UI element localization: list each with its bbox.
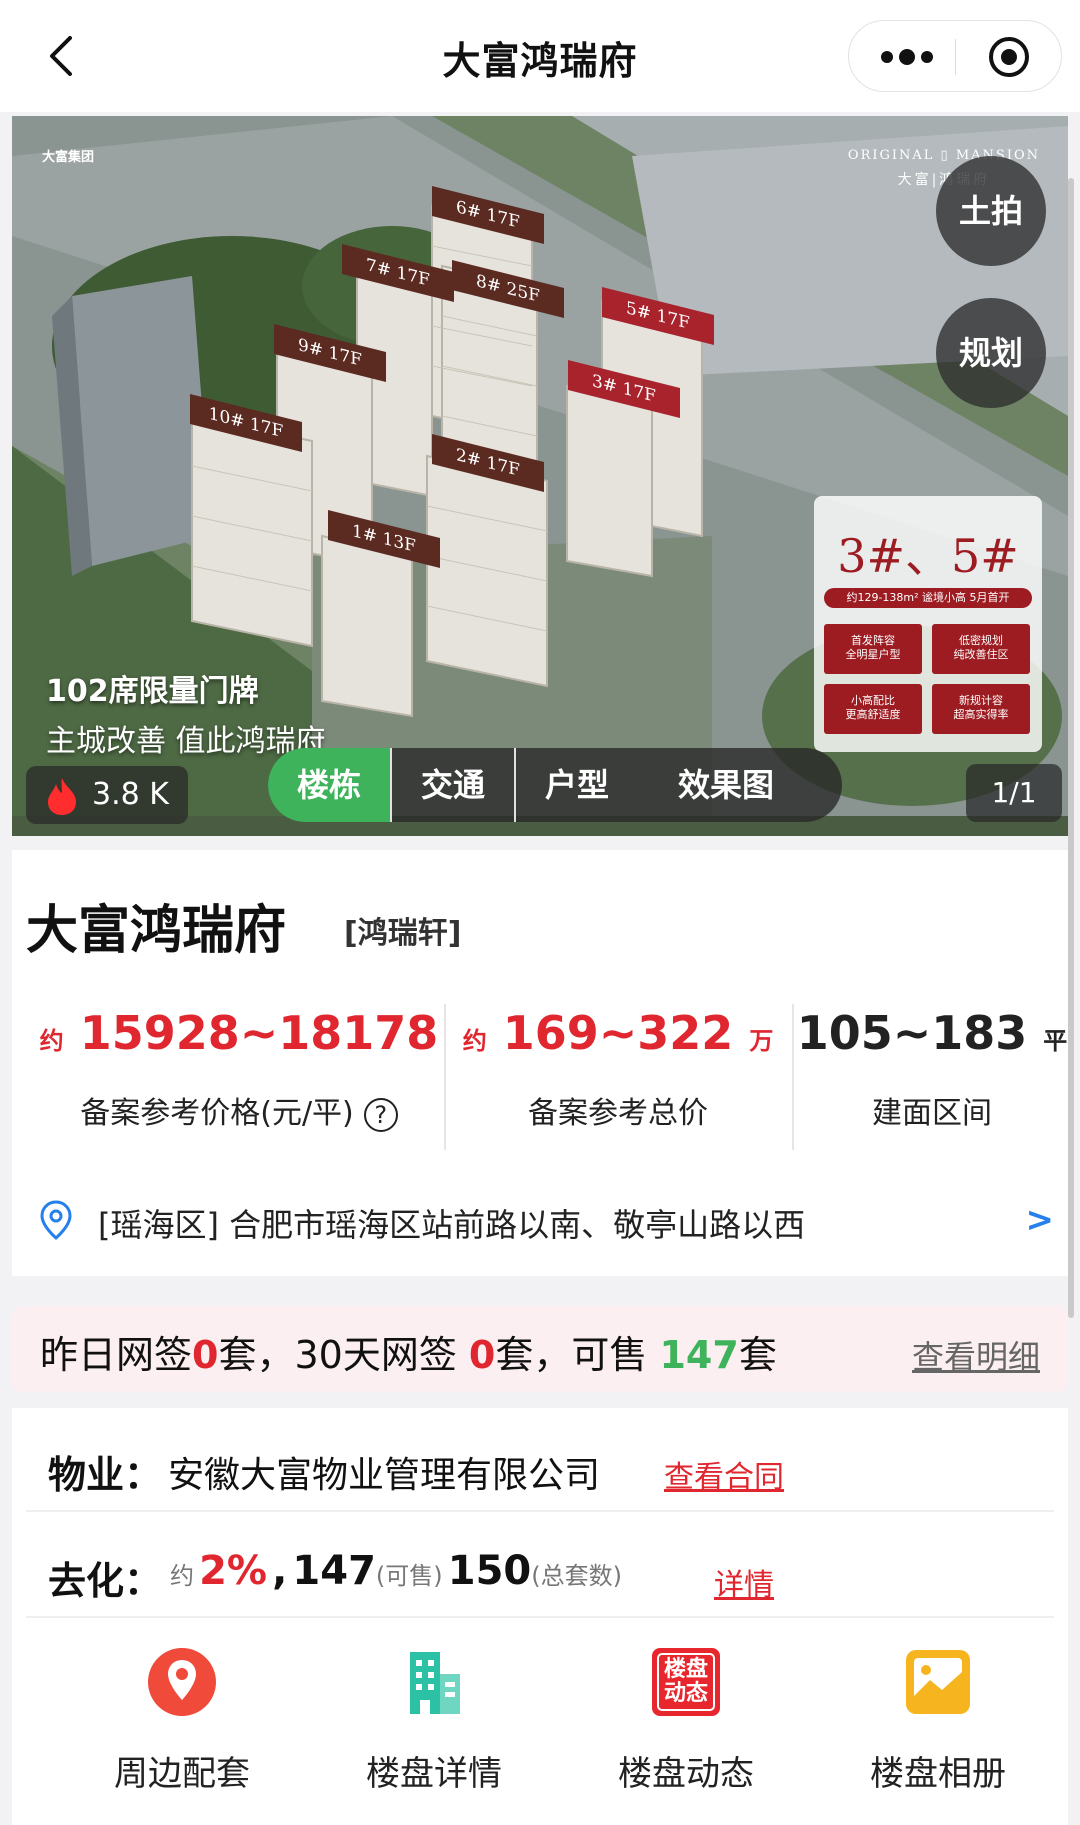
grid-item-surroundings[interactable]: 周边配套: [50, 1646, 314, 1816]
stat-suffix: 平: [1043, 1027, 1068, 1055]
promo-cell: 低密规划 纯改善住区: [932, 624, 1030, 674]
planning-button[interactable]: 规划: [936, 298, 1046, 408]
stat-number: 15928~18178: [79, 1006, 439, 1060]
property-company: 安徽大富物业管理有限公司: [168, 1455, 601, 1496]
sales-available-count: 147: [659, 1333, 739, 1377]
project-name: 大富鸿瑞府: [26, 901, 287, 961]
grid-item-label: 楼盘详情: [366, 1754, 502, 1794]
tab-traffic[interactable]: 交通: [392, 748, 514, 822]
hero-tab-bar: 楼栋 交通 户型 效果图: [268, 748, 842, 822]
tab-floor-plans[interactable]: 户型: [516, 748, 638, 822]
capsule-divider: [955, 39, 956, 75]
more-dots-icon[interactable]: [877, 39, 937, 75]
stat-total-price: 约 169~322 万 备案参考总价: [448, 1006, 788, 1132]
sales-text: 昨日网签: [40, 1333, 193, 1377]
absorption-details-link[interactable]: 详情: [714, 1560, 774, 1604]
project-alias: [鸿瑞轩]: [344, 916, 462, 951]
promo-cell: 小高配比 更高舒适度: [824, 684, 922, 734]
stat-label: 备案参考价格(元/平)?: [34, 1088, 444, 1132]
view-contract-link[interactable]: 查看合同: [664, 1452, 784, 1496]
sales-summary-strip: 昨日网签0套，30天网签 0套，可售 147套 查看明细: [12, 1306, 1068, 1392]
popularity-badge: 3.8 K: [26, 766, 188, 824]
mini-program-capsule: [848, 20, 1062, 92]
promo-cell: 新规计容 超高实得率: [932, 684, 1030, 734]
stat-suffix: 万: [749, 1027, 774, 1055]
target-icon[interactable]: [987, 35, 1031, 79]
image-counter: 1/1: [966, 764, 1062, 822]
stat-value: 约 15928~18178: [34, 1006, 444, 1060]
tab-renderings[interactable]: 效果图: [640, 748, 812, 822]
grid-item-project-details[interactable]: 楼盘详情: [302, 1646, 566, 1816]
stat-divider: [444, 1004, 446, 1150]
sales-text: 套: [738, 1333, 777, 1377]
promo-cell: 首发阵容 全明星户型: [824, 624, 922, 674]
absorption-total-label: (总套数): [531, 1562, 622, 1590]
stat-unit-price: 约 15928~18178 备案参考价格(元/平)?: [34, 1006, 444, 1132]
stat-number: 105~183: [796, 1006, 1028, 1060]
absorption-available-label: (可售): [375, 1562, 443, 1590]
news-badge-text: 楼盘动态: [663, 1657, 708, 1706]
grid-item-label: 楼盘相册: [870, 1754, 1006, 1794]
stat-label: 建面区间: [872, 1096, 992, 1131]
top-nav-bar: 大富鸿瑞府: [0, 0, 1080, 112]
grid-item-project-news[interactable]: 楼盘动态 楼盘动态: [554, 1646, 818, 1816]
promo-board: 3#、5# 约129-138m² 谧境小高 5月首开 首发阵容 全明星户型 低密…: [814, 496, 1042, 752]
building-icon: [410, 1652, 460, 1714]
absorption-label: 去化：: [48, 1559, 163, 1603]
promo-buildings: 3#、5#: [837, 529, 1019, 583]
stat-number: 169~322: [502, 1006, 734, 1060]
grid-item-photo-album[interactable]: 楼盘相册: [806, 1646, 1070, 1816]
absorption-comma: ,: [272, 1548, 288, 1594]
project-info-card: 大富鸿瑞府 [鸿瑞轩] 约 15928~18178 备案参考价格(元/平)? 约…: [12, 850, 1068, 1276]
absorption-prefix: 约: [170, 1562, 194, 1590]
stat-value: 约 169~322 万: [448, 1006, 788, 1060]
developer-logo: 大富集团: [42, 150, 95, 165]
absorption-values: 约 2% , 147(可售) 150(总套数): [170, 1548, 622, 1594]
address-row[interactable]: [瑶海区] 合肥市瑶海区站前路以南、敬亭山路以西 >: [34, 1196, 1054, 1246]
details-card: 物业： 安徽大富物业管理有限公司 查看合同 去化： 约 2% , 147(可售)…: [12, 1408, 1068, 1825]
absorption-available: 147: [292, 1548, 376, 1594]
absorption-rate: 2%: [199, 1548, 268, 1594]
quick-entry-grid: 周边配套 楼盘详情 楼盘动态 楼盘动态 楼盘相册: [12, 1646, 1068, 1816]
stat-prefix: 约: [39, 1027, 64, 1055]
grid-item-label: 周边配套: [114, 1754, 250, 1794]
photo-album-icon: [906, 1650, 970, 1714]
sales-text: 套，可售: [495, 1333, 648, 1377]
absorption-row: 去化： 约 2% , 147(可售) 150(总套数) 详情: [26, 1536, 1054, 1618]
address-text: [瑶海区] 合肥市瑶海区站前路以南、敬亭山路以西: [98, 1206, 806, 1244]
promo-bar: 约129-138m² 谧境小高 5月首开: [824, 588, 1032, 608]
flame-icon: [48, 778, 76, 815]
tab-buildings[interactable]: 楼栋: [268, 748, 390, 822]
slogan-line-1: 102席限量门牌: [46, 674, 259, 709]
land-auction-button[interactable]: 土拍: [936, 156, 1046, 266]
hero-slogan: 102席限量门牌 主城改善 值此鸿瑞府: [46, 666, 326, 760]
chevron-right-icon[interactable]: >: [1026, 1200, 1055, 1240]
page-scrollbar[interactable]: [1068, 178, 1074, 1318]
grid-item-label: 楼盘动态: [618, 1754, 754, 1794]
sales-30day-count: 0: [468, 1333, 496, 1377]
location-icon: [40, 1200, 72, 1240]
sales-summary: 昨日网签0套，30天网签 0套，可售 147套: [40, 1324, 777, 1379]
stat-divider: [792, 1004, 794, 1150]
stat-label: 备案参考总价: [528, 1096, 708, 1131]
stat-label-text: 备案参考价格(元/平): [80, 1096, 354, 1131]
hero-image-carousel[interactable]: 大富集团 ORIGINAL ▯ MANSION 大富|鸿瑞府 6# 17F 7#…: [12, 116, 1068, 836]
location-pin-icon: [148, 1648, 216, 1716]
stat-value: 105~183 平: [796, 1006, 1068, 1060]
popularity-count: 3.8 K: [92, 777, 169, 812]
stat-prefix: 约: [462, 1027, 487, 1055]
property-management-row: 物业： 安徽大富物业管理有限公司 查看合同: [26, 1430, 1054, 1512]
sales-text: 套，30天网签: [218, 1333, 457, 1377]
property-label: 物业：: [48, 1453, 163, 1497]
stat-area-range: 105~183 平 建面区间: [796, 1006, 1068, 1132]
help-icon[interactable]: ?: [363, 1097, 398, 1132]
absorption-total: 150: [447, 1548, 532, 1594]
view-details-link[interactable]: 查看明细: [912, 1332, 1040, 1378]
sales-yesterday-count: 0: [192, 1333, 219, 1377]
